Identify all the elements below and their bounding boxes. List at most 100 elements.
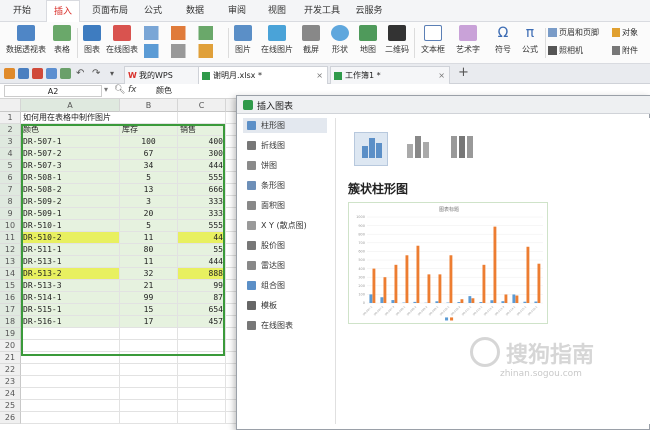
table-cell[interactable] [226,160,236,172]
table-cell[interactable] [226,112,236,124]
chart-type-item[interactable]: 在线图表 [243,318,327,333]
header-footer-button[interactable]: 页眉和页脚 [548,27,599,38]
tab-file-xie[interactable]: 谢明月.xlsx * × [198,66,328,84]
table-cell[interactable]: 300 [178,148,226,160]
formula-button[interactable]: π 公式 [518,25,542,55]
row-header[interactable]: 25 [0,400,21,412]
table-cell[interactable]: DR-513-3 [21,280,120,292]
table-cell[interactable] [226,136,236,148]
row-header[interactable]: 12 [0,244,21,256]
online-chart-button[interactable]: 在线图表 [104,25,140,55]
zoom-icon[interactable]: 🔍︎ [114,85,125,95]
wordart-button[interactable]: 艺术字 [450,25,486,55]
table-cell[interactable]: DR-508-1 [21,172,120,184]
table-cell[interactable]: DR-507-2 [21,148,120,160]
tab-file-workbook1[interactable]: 工作簿1 * × [330,66,450,84]
table-cell[interactable] [21,352,120,364]
row-header[interactable]: 18 [0,316,21,328]
table-cell[interactable] [226,172,236,184]
table-cell[interactable] [226,412,236,424]
table-cell[interactable]: 32 [120,268,178,280]
chart-type-item[interactable]: 组合图 [243,278,327,293]
object-button[interactable]: 对象 [612,27,638,38]
table-cell[interactable] [226,208,236,220]
table-cell[interactable]: 21 [120,280,178,292]
chart-type-item[interactable]: 折线图 [243,138,327,153]
table-cell[interactable] [226,388,236,400]
table-cell[interactable] [226,292,236,304]
row-header[interactable]: 21 [0,352,21,364]
table-cell[interactable]: 457 [178,316,226,328]
row-header[interactable]: 2 [0,124,21,136]
table-cell[interactable] [21,376,120,388]
table-cell[interactable]: 44 [178,232,226,244]
table-cell[interactable] [120,388,178,400]
table-cell[interactable]: 13 [120,184,178,196]
table-cell[interactable]: 333 [178,196,226,208]
table-cell[interactable] [226,280,236,292]
map-button[interactable]: 地图 [356,25,380,55]
table-cell[interactable]: 99 [120,292,178,304]
table-cell[interactable] [120,412,178,424]
chart-button[interactable]: 图表 [80,25,104,55]
row-header[interactable]: 26 [0,412,21,424]
chart-types-row1[interactable] [144,26,224,40]
table-cell[interactable] [21,340,120,352]
table-cell[interactable]: 555 [178,220,226,232]
qrcode-button[interactable]: 二维码 [382,25,412,55]
table-cell[interactable] [226,328,236,340]
table-cell[interactable]: 15 [120,304,178,316]
table-cell[interactable]: 666 [178,184,226,196]
percent-column-variant[interactable] [442,132,476,166]
table-cell[interactable]: 87 [178,292,226,304]
table-cell[interactable] [178,364,226,376]
pivot-table-button[interactable]: 数据透视表 [4,25,48,55]
tab-view[interactable]: 视图 [262,0,292,22]
table-cell[interactable] [21,388,120,400]
table-cell[interactable] [120,352,178,364]
table-cell[interactable]: DR-509-2 [21,196,120,208]
online-picture-button[interactable]: 在线图片 [258,25,296,55]
chart-type-item[interactable]: 雷达图 [243,258,327,273]
chart-type-item[interactable]: 模板 [243,298,327,313]
table-cell[interactable]: DR-509-1 [21,208,120,220]
table-cell[interactable]: 库存 [120,124,178,136]
table-cell[interactable] [21,400,120,412]
clustered-column-variant[interactable] [354,132,388,166]
table-cell[interactable] [178,400,226,412]
row-header[interactable]: 16 [0,292,21,304]
table-cell[interactable]: DR-515-1 [21,304,120,316]
chart-type-item[interactable]: 面积图 [243,198,327,213]
table-cell[interactable] [226,304,236,316]
table-cell[interactable]: DR-507-1 [21,136,120,148]
table-cell[interactable] [120,340,178,352]
row-header[interactable]: 19 [0,328,21,340]
table-cell[interactable]: 11 [120,256,178,268]
table-cell[interactable]: 5 [120,220,178,232]
tab-developer[interactable]: 开发工具 [300,0,344,22]
attachment-button[interactable]: 附件 [612,45,638,56]
table-cell[interactable]: 销售 [178,124,226,136]
spreadsheet-grid[interactable]: ABC 1 2 3 4 5 6 7 8 9 10 11 12 13 14 15 16 17 18 19 20 21 22 2… [0,99,236,430]
table-cell[interactable]: DR-510-2 [21,232,120,244]
table-cell[interactable] [226,268,236,280]
table-cell[interactable]: 654 [178,304,226,316]
column-header-c[interactable]: C [178,99,226,112]
table-cell[interactable]: 555 [178,172,226,184]
close-icon[interactable]: × [316,67,323,85]
chart-preview[interactable]: 图表标题 0 100 200 300 400 500 600 700 800 900 1000 DR-… [348,202,548,324]
table-cell[interactable] [226,124,236,136]
row-header[interactable]: 24 [0,388,21,400]
table-cell[interactable] [120,376,178,388]
table-cell[interactable] [226,196,236,208]
table-cell[interactable]: 20 [120,208,178,220]
tab-data[interactable]: 数据 [180,0,210,22]
table-cell[interactable]: DR-508-2 [21,184,120,196]
row-header[interactable]: 15 [0,280,21,292]
chevron-down-icon[interactable]: ▾ [104,85,108,94]
row-header[interactable]: 7 [0,184,21,196]
table-cell[interactable]: 17 [120,316,178,328]
column-header-a[interactable]: A [21,99,120,112]
textbox-button[interactable]: 文本框 [416,25,450,55]
table-button[interactable]: 表格 [50,25,74,55]
